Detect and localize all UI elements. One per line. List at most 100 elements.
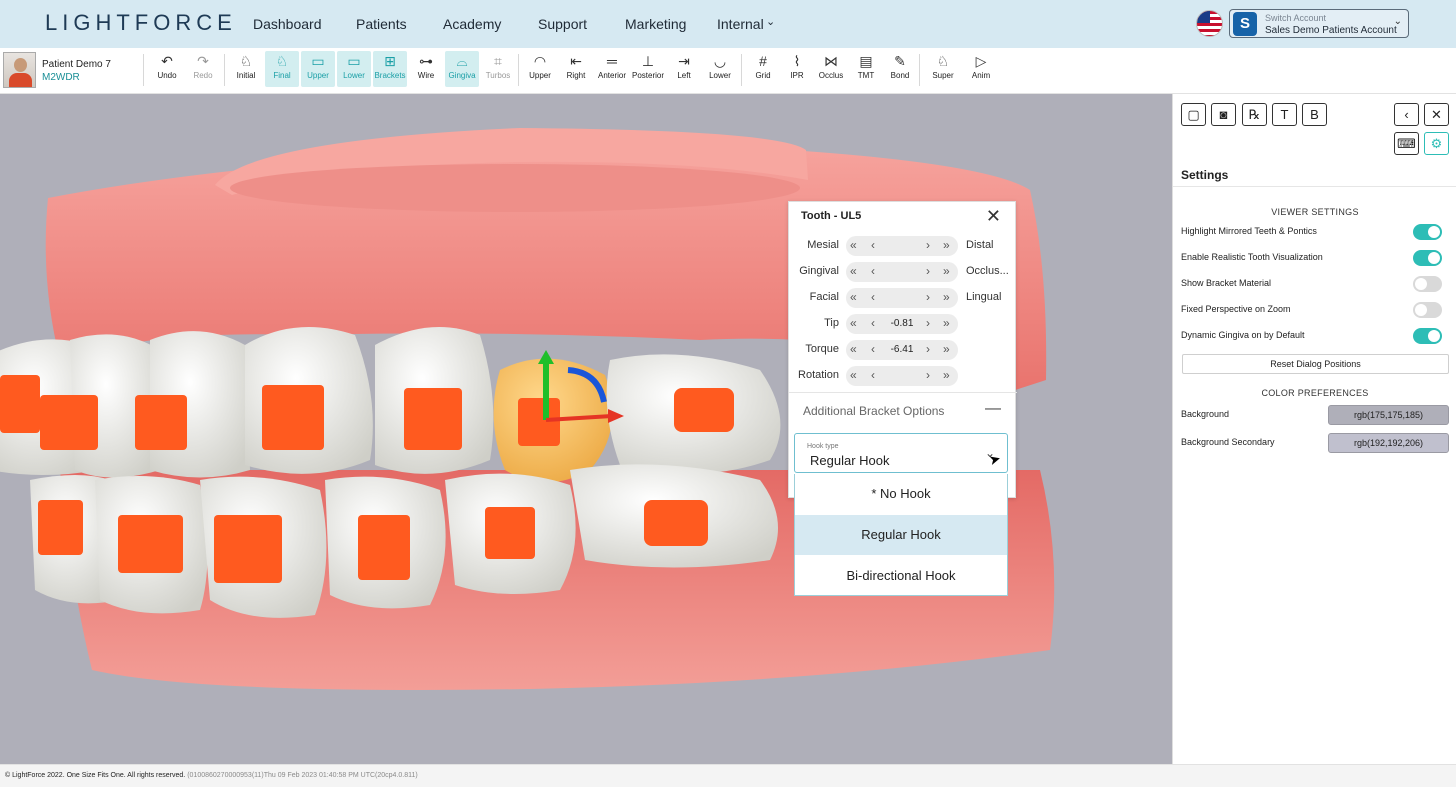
- double-chevron-left-icon[interactable]: «: [850, 238, 857, 252]
- nav-marketing[interactable]: Marketing: [625, 16, 686, 32]
- toolbar-button-1[interactable]: ↷ Redo: [186, 51, 220, 87]
- toolbar-button-11[interactable]: ⇤ Right: [559, 51, 593, 87]
- toolbar-button-14[interactable]: ⇥ Left: [667, 51, 701, 87]
- hook-option-no-hook[interactable]: * No Hook: [795, 474, 1007, 514]
- double-chevron-left-icon[interactable]: «: [850, 368, 857, 382]
- us-flag-icon[interactable]: [1196, 10, 1223, 37]
- toolbar-button-22[interactable]: ▷ Anim: [964, 51, 998, 87]
- hook-option-regular-hook[interactable]: Regular Hook: [795, 515, 1007, 555]
- toolbar-button-20[interactable]: ✎ Bond: [883, 51, 917, 87]
- chevron-left-icon[interactable]: ‹: [871, 264, 875, 278]
- collapse-left-icon[interactable]: ‹: [1394, 103, 1419, 126]
- color-pref-row: Background Secondary rgb(192,192,206): [1181, 433, 1449, 453]
- toolbar-button-16[interactable]: # Grid: [746, 51, 780, 87]
- close-icon[interactable]: ✕: [986, 206, 1001, 227]
- toolbar-button-3[interactable]: ♘ Final: [265, 51, 299, 87]
- toolbar-button-10[interactable]: ◠ Upper: [523, 51, 557, 87]
- chevron-left-icon[interactable]: ‹: [871, 316, 875, 330]
- setting-toggle[interactable]: [1413, 302, 1442, 318]
- toolbar-button-2[interactable]: ♘ Initial: [229, 51, 263, 87]
- adjust-label: Tip: [824, 317, 839, 329]
- lightforce-logo[interactable]: LIGHTFORCE: [45, 10, 237, 36]
- toolbar-button-6[interactable]: ⊞ Brackets: [373, 51, 407, 87]
- double-chevron-left-icon[interactable]: «: [850, 290, 857, 304]
- patient-id[interactable]: M2WDR: [42, 72, 80, 83]
- setting-toggle[interactable]: [1413, 328, 1442, 344]
- bond-icon: ✎: [894, 53, 906, 69]
- toolbar-button-21[interactable]: ♘ Super: [926, 51, 960, 87]
- account-name: Sales Demo Patients Account: [1265, 25, 1397, 36]
- toolbar-button-8[interactable]: ⌓ Gingiva: [445, 51, 479, 87]
- camera-icon[interactable]: ◙: [1211, 103, 1236, 126]
- lower-arch-icon: ▭: [347, 53, 361, 69]
- double-chevron-right-icon[interactable]: »: [943, 316, 950, 330]
- hook-type-select[interactable]: Hook type Regular Hook ⌄: [794, 433, 1008, 473]
- nav-internal[interactable]: Internal: [717, 16, 764, 32]
- double-chevron-right-icon[interactable]: »: [943, 342, 950, 356]
- viewer-settings-heading: VIEWER SETTINGS: [1271, 207, 1359, 217]
- toolbar-button-12[interactable]: ═ Anterior: [595, 51, 629, 87]
- chevron-down-icon[interactable]: ⌄: [766, 15, 775, 28]
- toolbar-button-18[interactable]: ⋈ Occlus: [814, 51, 848, 87]
- toolbar-button-15[interactable]: ◡ Lower: [703, 51, 737, 87]
- toolbar-button-4[interactable]: ▭ Upper: [301, 51, 335, 87]
- toolbar-button-0[interactable]: ↶ Undo: [150, 51, 184, 87]
- keyboard-icon[interactable]: ⌨: [1394, 132, 1419, 155]
- prescription-icon[interactable]: ℞: [1242, 103, 1267, 126]
- adjust-row-tip: Tip « ‹ -0.81 › »: [789, 314, 1017, 334]
- double-chevron-left-icon[interactable]: «: [850, 342, 857, 356]
- setting-toggle[interactable]: [1413, 276, 1442, 292]
- hook-option-bidirectional-hook[interactable]: Bi-directional Hook: [795, 556, 1007, 596]
- close-icon[interactable]: ✕: [1424, 103, 1449, 126]
- chevron-left-icon[interactable]: ‹: [871, 368, 875, 382]
- toolbar-button-19[interactable]: ▤ TMT: [849, 51, 883, 87]
- double-chevron-right-icon[interactable]: »: [943, 238, 950, 252]
- chevron-left-icon[interactable]: ‹: [871, 238, 875, 252]
- double-chevron-left-icon[interactable]: «: [850, 264, 857, 278]
- double-chevron-right-icon[interactable]: »: [943, 264, 950, 278]
- bracket-options-heading[interactable]: Additional Bracket Options: [803, 404, 944, 418]
- toolbar-button-7[interactable]: ⊶ Wire: [409, 51, 443, 87]
- toolbar-button-17[interactable]: ⌇ IPR: [780, 51, 814, 87]
- adjust-row-mesial: Mesial « ‹ › » Distal: [789, 236, 1017, 256]
- adjust-value[interactable]: -6.41: [886, 344, 918, 355]
- double-chevron-right-icon[interactable]: »: [943, 368, 950, 382]
- clear-format-icon[interactable]: T: [1272, 103, 1297, 126]
- view-lower-icon: ◡: [713, 53, 727, 69]
- double-chevron-right-icon[interactable]: »: [943, 290, 950, 304]
- tooth-final-icon: ♘: [275, 53, 289, 69]
- color-preferences-heading: COLOR PREFERENCES: [1261, 388, 1369, 398]
- toolbar-button-label: Brackets: [374, 71, 406, 80]
- adjust-value[interactable]: -0.81: [886, 318, 918, 329]
- bold-icon[interactable]: B: [1302, 103, 1327, 126]
- chevron-right-icon[interactable]: ›: [926, 264, 930, 278]
- chevron-right-icon[interactable]: ›: [926, 238, 930, 252]
- double-chevron-left-icon[interactable]: «: [850, 316, 857, 330]
- setting-toggle[interactable]: [1413, 224, 1442, 240]
- nav-support[interactable]: Support: [538, 16, 587, 32]
- toolbar-button-13[interactable]: ⊥ Posterior: [631, 51, 665, 87]
- nav-academy[interactable]: Academy: [443, 16, 501, 32]
- chevron-right-icon[interactable]: ›: [926, 342, 930, 356]
- reset-dialog-positions-button[interactable]: Reset Dialog Positions: [1182, 354, 1449, 374]
- comment-icon[interactable]: ▢: [1181, 103, 1206, 126]
- patient-avatar[interactable]: [3, 52, 36, 88]
- chevron-right-icon[interactable]: ›: [926, 368, 930, 382]
- settings-gear-icon[interactable]: ⚙: [1424, 132, 1449, 155]
- chevron-right-icon[interactable]: ›: [926, 316, 930, 330]
- setting-toggle[interactable]: [1413, 250, 1442, 266]
- toolbar-button-9[interactable]: ⌗ Turbos: [481, 51, 515, 87]
- setting-row: Fixed Perspective on Zoom: [1181, 302, 1447, 318]
- nav-dashboard[interactable]: Dashboard: [253, 16, 322, 32]
- chevron-left-icon[interactable]: ‹: [871, 342, 875, 356]
- bracket: [38, 500, 83, 555]
- superimpose-icon: ♘: [936, 53, 950, 69]
- color-swatch-button[interactable]: rgb(192,192,206): [1328, 433, 1449, 453]
- collapse-minus-icon[interactable]: —: [985, 400, 1001, 418]
- toolbar-button-5[interactable]: ▭ Lower: [337, 51, 371, 87]
- switch-account-dropdown[interactable]: S Switch Account Sales Demo Patients Acc…: [1229, 9, 1409, 38]
- chevron-right-icon[interactable]: ›: [926, 290, 930, 304]
- nav-patients[interactable]: Patients: [356, 16, 407, 32]
- color-swatch-button[interactable]: rgb(175,175,185): [1328, 405, 1449, 425]
- chevron-left-icon[interactable]: ‹: [871, 290, 875, 304]
